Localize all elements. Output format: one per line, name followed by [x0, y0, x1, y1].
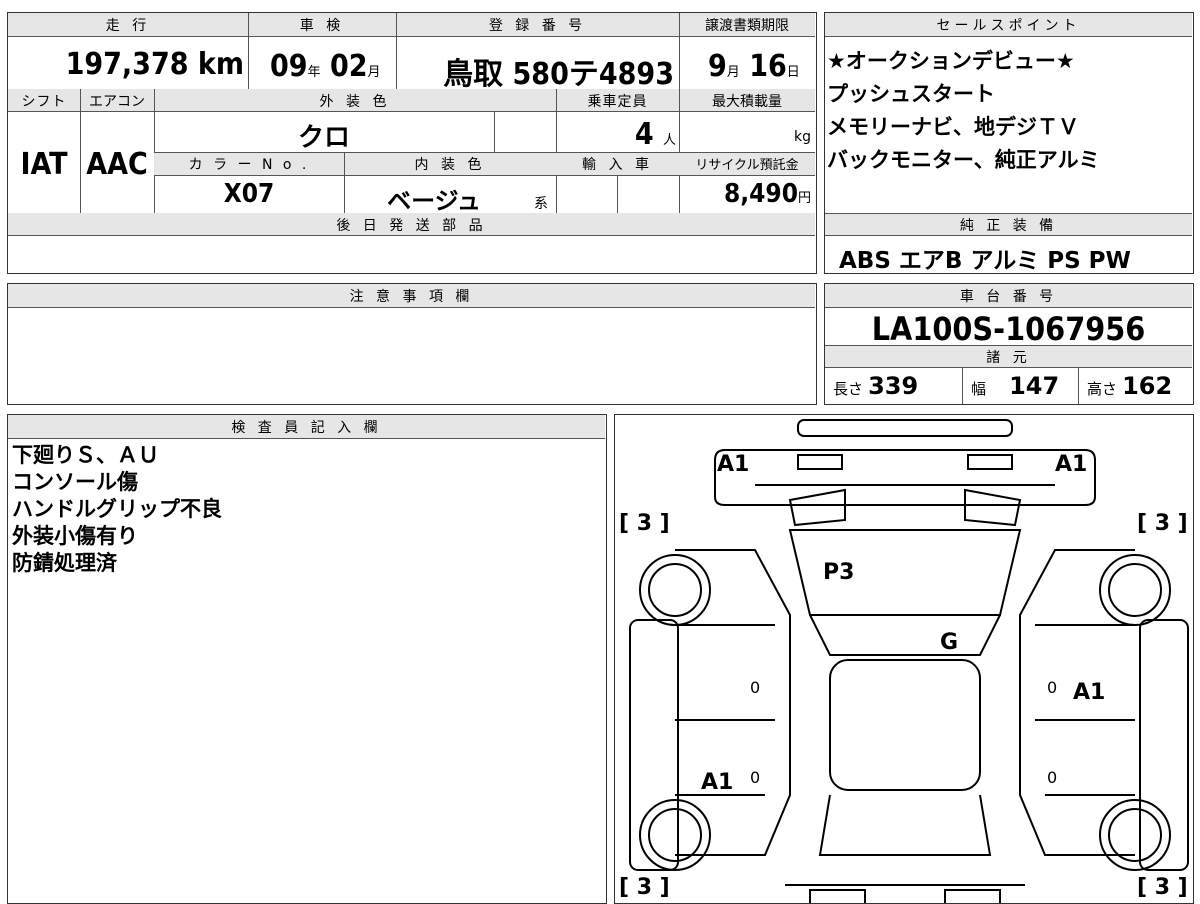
- plate-value: 鳥取 580テ4893: [443, 57, 674, 92]
- mark-tire-rl: [ 3 ]: [619, 875, 670, 900]
- header-transfer-deadline: 譲渡書類期限: [705, 18, 789, 34]
- interior-color-suffix: 系: [534, 196, 548, 212]
- mark-tire-rr: [ 3 ]: [1137, 875, 1188, 900]
- header-notes: 注 意 事 項 欄: [349, 289, 474, 305]
- header-color-no: カ ラ ー N o .: [188, 157, 310, 173]
- deadline-value: 9月 16日: [708, 49, 800, 84]
- mark-zero: 0: [1047, 768, 1058, 787]
- header-recycle: リサイクル預託金: [695, 158, 799, 173]
- mark-tire-fl: [ 3 ]: [619, 511, 670, 536]
- header-specs: 諸 元: [986, 350, 1031, 366]
- header-later-parts: 後 日 発 送 部 品: [336, 218, 487, 234]
- interior-color-value: ベージュ: [387, 187, 481, 215]
- sales-point-line: プッシュスタート: [827, 82, 995, 106]
- header-shaken: 車 検: [299, 18, 345, 34]
- aircon-value: AAC: [86, 147, 148, 182]
- color-no-value: X07: [223, 179, 275, 209]
- vehicle-info-table: 走 行 車 検 登 録 番 号 譲渡書類期限 197,378 km 09年 02…: [7, 12, 817, 274]
- chassis-number: LA100S-1067956: [871, 310, 1146, 348]
- car-damage-diagram: A1 A1 [ 3 ] [ 3 ] P3 G A1 A1 0 0 0 0 [ 3…: [614, 414, 1194, 904]
- header-mileage: 走 行: [105, 18, 151, 34]
- header-registration: 登 録 番 号: [488, 18, 587, 34]
- car-outline: [629, 419, 1189, 903]
- header-max-load: 最大積載量: [712, 94, 782, 110]
- mark-zero: 0: [1047, 678, 1058, 697]
- mark-door-right: A1: [1073, 680, 1106, 705]
- mark-tire-fr: [ 3 ]: [1137, 511, 1188, 536]
- header-exterior-color: 外 装 色: [319, 94, 391, 110]
- max-load-unit: kg: [794, 129, 811, 145]
- header-sales-points: セールスポイント: [936, 18, 1081, 34]
- spec-width: 幅 147: [971, 372, 1060, 400]
- sales-point-line: ★オークションデビュー★: [827, 49, 1075, 73]
- recycle-value: 8,490円: [723, 179, 811, 209]
- header-aircon: エアコン: [89, 94, 145, 110]
- header-import: 輸 入 車: [582, 157, 653, 173]
- header-inspector: 検 査 員 記 入 欄: [231, 420, 382, 436]
- sales-point-line: メモリーナビ、地デジＴＶ: [827, 115, 1079, 139]
- mark-zero: 0: [750, 678, 761, 697]
- header-shift: シフト: [21, 94, 67, 110]
- inspector-remark: コンソール傷: [12, 470, 138, 494]
- inspector-remark: 下廻りＳ、ＡＵ: [12, 443, 159, 467]
- mark-zero: 0: [750, 768, 761, 787]
- inspector-remark: 外装小傷有り: [12, 524, 138, 548]
- mark-door-left-rear: A1: [701, 770, 734, 795]
- exterior-color-value: クロ: [297, 123, 350, 153]
- shift-value: IAT: [20, 147, 68, 182]
- sales-point-line: バックモニター、純正アルミ: [827, 148, 1100, 172]
- chassis-box: 車 台 番 号 LA100S-1067956 諸 元 長さ 339 幅 147 …: [824, 283, 1194, 405]
- spec-height: 高さ 162: [1087, 372, 1173, 400]
- header-equipment: 純 正 装 備: [959, 218, 1058, 234]
- header-interior-color: 内 装 色: [414, 157, 486, 173]
- sales-points-box: セールスポイント ★オークションデビュー★ プッシュスタート メモリーナビ、地デ…: [824, 12, 1194, 274]
- inspector-remark: ハンドルグリップ不良: [12, 497, 222, 521]
- header-capacity: 乗車定員: [587, 94, 648, 110]
- inspector-remark: 防錆処理済: [12, 551, 117, 575]
- mark-roof: P3: [823, 560, 855, 585]
- mark-front-left: A1: [717, 452, 750, 477]
- notes-box: 注 意 事 項 欄: [7, 283, 817, 405]
- shaken-value: 09年 02月: [270, 49, 381, 84]
- equipment-value: ABS エアB アルミ PS PW: [839, 248, 1131, 274]
- mark-windshield: G: [940, 630, 959, 655]
- spec-length: 長さ 339: [833, 372, 919, 400]
- mark-front-right: A1: [1055, 452, 1088, 477]
- inspector-box: 検 査 員 記 入 欄 下廻りＳ、ＡＵ コンソール傷 ハンドルグリップ不良 外装…: [7, 414, 607, 904]
- capacity-value: 4 人: [634, 117, 676, 152]
- header-chassis: 車 台 番 号: [959, 289, 1058, 305]
- mileage-value: 197,378 km: [65, 47, 244, 82]
